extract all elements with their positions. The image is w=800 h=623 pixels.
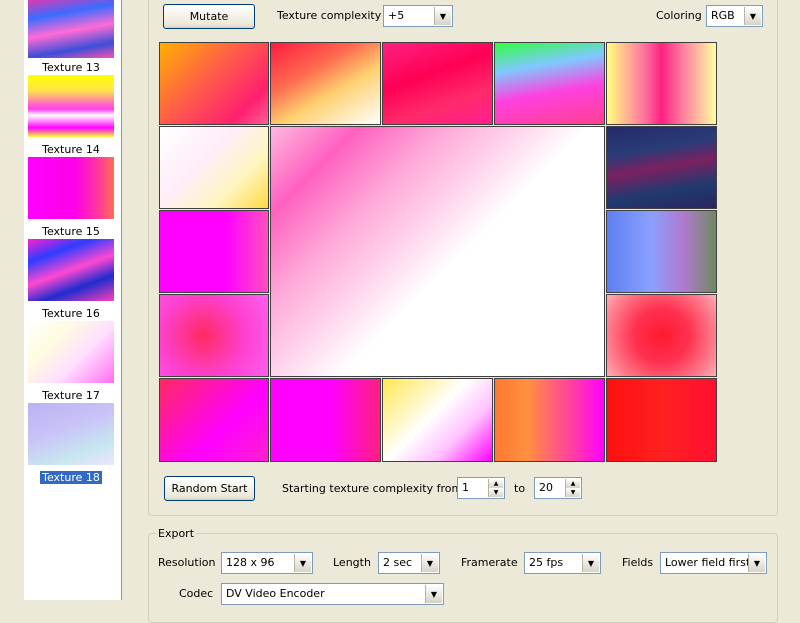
texture-cell[interactable] xyxy=(270,378,381,462)
codec-combo[interactable]: DV Video Encoder ▼ xyxy=(221,583,444,605)
framerate-value: 25 fps xyxy=(529,556,564,569)
chevron-down-icon[interactable]: ▼ xyxy=(582,554,599,572)
texture-thumbnail xyxy=(28,321,114,383)
texture-complexity-label: Texture complexity xyxy=(277,9,382,22)
chevron-down-icon[interactable]: ▼ xyxy=(434,7,451,25)
codec-value: DV Video Encoder xyxy=(226,587,325,600)
texture-thumbnail xyxy=(28,403,114,465)
length-label: Length xyxy=(333,556,371,569)
texture-list-panel: Texture 13 Texture 14 Texture 15 Texture… xyxy=(0,0,124,600)
chevron-down-icon[interactable]: ▼ xyxy=(421,554,438,572)
texture-cell[interactable] xyxy=(159,126,269,209)
texture-tile-17[interactable]: Texture 17 xyxy=(28,389,114,471)
complexity-from-spinner[interactable]: 1 ▲ ▼ xyxy=(457,477,505,499)
texture-thumbnail xyxy=(28,75,114,137)
chevron-down-icon[interactable]: ▼ xyxy=(744,7,761,25)
complexity-to-spinner[interactable]: 20 ▲ ▼ xyxy=(534,477,582,499)
texture-complexity-combo[interactable]: +5 ▼ xyxy=(383,5,453,27)
coloring-value: RGB xyxy=(711,9,735,22)
coloring-combo[interactable]: RGB ▼ xyxy=(706,5,763,27)
texture-cell[interactable] xyxy=(494,378,605,462)
texture-tile-12[interactable] xyxy=(28,0,114,64)
length-combo[interactable]: 2 sec ▼ xyxy=(378,552,440,574)
texture-label-selected: Texture 18 xyxy=(28,471,114,484)
mutate-button[interactable]: Mutate xyxy=(163,4,255,29)
texture-cell[interactable] xyxy=(159,294,269,377)
spin-down-icon[interactable]: ▼ xyxy=(488,488,503,497)
texture-cell[interactable] xyxy=(382,378,493,462)
texture-label: Texture 17 xyxy=(42,389,100,402)
complexity-from-value: 1 xyxy=(462,481,469,494)
texture-cell[interactable] xyxy=(606,294,717,377)
fields-combo[interactable]: Lower field first ▼ xyxy=(660,552,767,574)
spin-up-icon[interactable]: ▲ xyxy=(488,479,503,488)
starting-complexity-label: Starting texture complexity from xyxy=(282,482,463,495)
framerate-label: Framerate xyxy=(461,556,518,569)
texture-label: Texture 15 xyxy=(42,225,100,238)
spin-up-icon[interactable]: ▲ xyxy=(565,479,580,488)
random-start-button[interactable]: Random Start xyxy=(164,476,255,501)
resolution-value: 128 x 96 xyxy=(226,556,275,569)
spin-down-icon[interactable]: ▼ xyxy=(565,488,580,497)
codec-label: Codec xyxy=(179,587,214,600)
chevron-down-icon[interactable]: ▼ xyxy=(748,554,765,572)
texture-cell[interactable] xyxy=(606,210,717,293)
to-label: to xyxy=(514,482,526,495)
fields-value: Lower field first xyxy=(665,556,751,569)
length-value: 2 sec xyxy=(383,556,413,569)
texture-label: Texture 14 xyxy=(42,143,100,156)
coloring-label: Coloring xyxy=(656,9,702,22)
texture-tile-13[interactable]: Texture 13 xyxy=(28,61,114,143)
texture-label: Texture 13 xyxy=(42,61,100,74)
texture-cell[interactable] xyxy=(159,210,269,293)
texture-cell[interactable] xyxy=(606,42,717,125)
resolution-label: Resolution xyxy=(158,556,216,569)
texture-cell[interactable] xyxy=(494,42,605,125)
texture-tile-16[interactable]: Texture 16 xyxy=(28,307,114,389)
texture-label: Texture 16 xyxy=(42,307,100,320)
resolution-combo[interactable]: 128 x 96 ▼ xyxy=(221,552,313,574)
complexity-to-value: 20 xyxy=(539,481,553,494)
chevron-down-icon[interactable]: ▼ xyxy=(294,554,311,572)
texture-tile-14[interactable]: Texture 14 xyxy=(28,143,114,225)
texture-thumbnail xyxy=(28,157,114,219)
chevron-down-icon[interactable]: ▼ xyxy=(425,585,442,603)
export-group xyxy=(148,533,778,623)
texture-thumbnail xyxy=(28,239,114,301)
export-group-title: Export xyxy=(156,527,197,540)
texture-tile-18[interactable]: Texture 18 xyxy=(28,471,114,491)
texture-cell[interactable] xyxy=(159,378,269,462)
framerate-combo[interactable]: 25 fps ▼ xyxy=(524,552,601,574)
fields-label: Fields xyxy=(622,556,654,569)
texture-cell[interactable] xyxy=(382,42,493,125)
texture-cell[interactable] xyxy=(270,42,381,125)
texture-complexity-value: +5 xyxy=(388,9,405,22)
texture-list[interactable]: Texture 13 Texture 14 Texture 15 Texture… xyxy=(24,0,122,600)
texture-label-text: Texture 18 xyxy=(40,471,102,484)
texture-thumbnail xyxy=(28,0,114,58)
texture-tile-15[interactable]: Texture 15 xyxy=(28,225,114,307)
texture-cell[interactable] xyxy=(606,126,717,209)
texture-cell[interactable] xyxy=(606,378,717,462)
texture-cell[interactable] xyxy=(159,42,269,125)
main-texture-preview[interactable] xyxy=(270,126,605,377)
